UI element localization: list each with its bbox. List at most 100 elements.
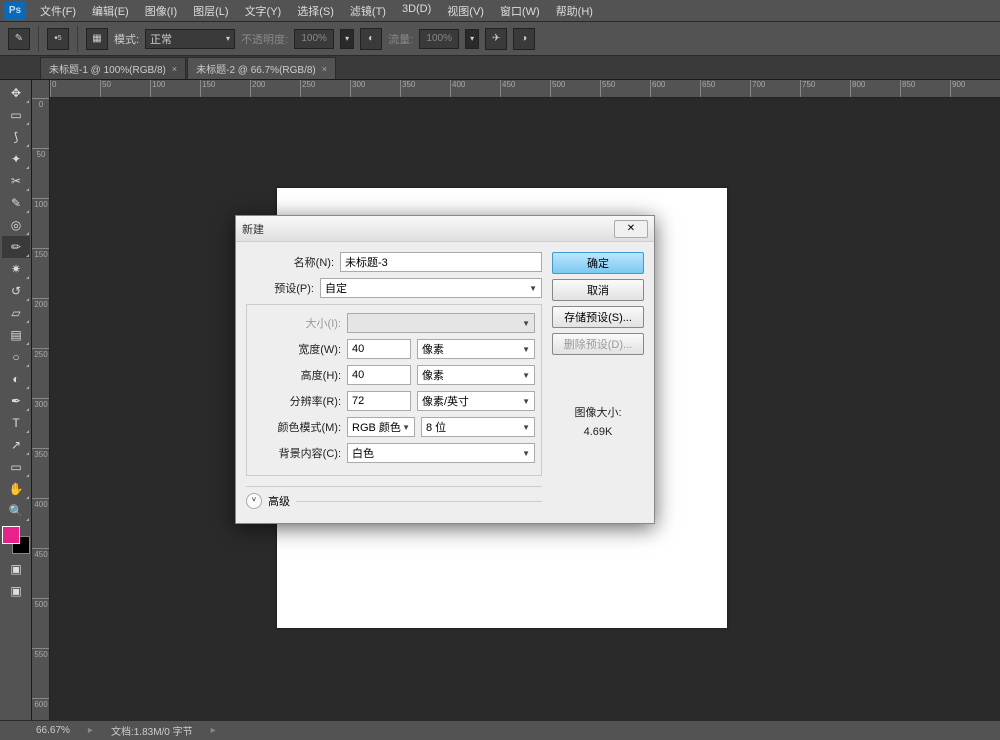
pen-tool[interactable]: ✒ <box>2 390 30 412</box>
document-tab[interactable]: 未标题-1 @ 100%(RGB/8)× <box>40 57 186 79</box>
chevron-down-icon: ▼ <box>522 449 530 458</box>
width-input[interactable]: 40 <box>347 339 411 359</box>
ruler-tick: 250 <box>32 348 50 359</box>
blur-tool[interactable]: ○ <box>2 346 30 368</box>
spot-tool[interactable]: ◎ <box>2 214 30 236</box>
name-input[interactable]: 未标题-3 <box>340 252 542 272</box>
cancel-button[interactable]: 取消 <box>552 279 644 301</box>
menu-item[interactable]: 视图(V) <box>439 1 492 21</box>
dialog-titlebar[interactable]: 新建 ✕ <box>236 216 654 242</box>
stamp-tool[interactable]: ✷ <box>2 258 30 280</box>
screen-mode-icon[interactable]: ▣ <box>2 580 30 602</box>
ruler-tick: 50 <box>32 148 50 159</box>
horizontal-ruler: 0501001502002503003504004505005506006507… <box>50 80 1000 98</box>
pressure-size-icon[interactable]: ◑ <box>513 28 535 50</box>
move-tool[interactable]: ✥ <box>2 82 30 104</box>
mode-select[interactable]: 正常▾ <box>145 29 235 49</box>
width-unit-select[interactable]: 像素▼ <box>417 339 535 359</box>
background-select[interactable]: 白色▼ <box>347 443 535 463</box>
airbrush-icon[interactable]: ✈ <box>485 28 507 50</box>
height-unit-select[interactable]: 像素▼ <box>417 365 535 385</box>
zoom-tool[interactable]: 🔍 <box>2 500 30 522</box>
menu-item[interactable]: 编辑(E) <box>84 1 137 21</box>
eyedropper-tool[interactable]: ✎ <box>2 192 30 214</box>
wand-tool[interactable]: ✦ <box>2 148 30 170</box>
chevron-right-icon[interactable]: ▸ <box>88 725 93 736</box>
hand-tool[interactable]: ✋ <box>2 478 30 500</box>
path-tool[interactable]: ↗ <box>2 434 30 456</box>
ok-button[interactable]: 确定 <box>552 252 644 274</box>
doc-info: 文档:1.83M/0 字节 <box>111 723 193 738</box>
ruler-tick: 200 <box>32 298 50 309</box>
save-preset-button[interactable]: 存储预设(S)... <box>552 306 644 328</box>
ruler-tick: 350 <box>32 448 50 459</box>
color-mode-select[interactable]: RGB 颜色▼ <box>347 417 415 437</box>
color-mode-label: 颜色模式(M): <box>253 419 341 435</box>
close-icon: ✕ <box>627 223 635 234</box>
chevron-down-icon: ▼ <box>522 319 530 328</box>
menu-item[interactable]: 文件(F) <box>32 1 84 21</box>
brush-tool[interactable]: ✏ <box>2 236 30 258</box>
ruler-tick: 150 <box>200 80 215 98</box>
close-icon[interactable]: × <box>172 64 177 74</box>
history-tool[interactable]: ↺ <box>2 280 30 302</box>
color-swatches[interactable] <box>2 526 30 554</box>
ruler-tick: 700 <box>750 80 765 98</box>
ruler-tick: 50 <box>100 80 111 98</box>
chevron-down-icon: ▼ <box>522 345 530 354</box>
menu-item[interactable]: 帮助(H) <box>548 1 601 21</box>
tool-preset-icon[interactable]: ✎ <box>8 28 30 50</box>
opacity-arrow-icon[interactable]: ▾ <box>340 29 354 49</box>
ruler-tick: 550 <box>32 648 50 659</box>
zoom-value[interactable]: 66.67% <box>36 725 70 736</box>
ruler-tick: 600 <box>32 698 50 709</box>
bit-depth-select[interactable]: 8 位▼ <box>421 417 535 437</box>
document-tabs: 未标题-1 @ 100%(RGB/8)×未标题-2 @ 66.7%(RGB/8)… <box>0 56 1000 80</box>
height-input[interactable]: 40 <box>347 365 411 385</box>
opacity-value[interactable]: 100% <box>294 29 334 49</box>
foreground-color-swatch[interactable] <box>2 526 20 544</box>
ruler-tick: 600 <box>650 80 665 98</box>
flow-value[interactable]: 100% <box>419 29 459 49</box>
menu-item[interactable]: 图像(I) <box>137 1 185 21</box>
dodge-tool[interactable]: ◐ <box>2 368 30 390</box>
menu-item[interactable]: 文字(Y) <box>237 1 290 21</box>
menu-item[interactable]: 窗口(W) <box>492 1 548 21</box>
advanced-toggle[interactable]: ⱽ <box>246 493 262 509</box>
ruler-tick: 550 <box>600 80 615 98</box>
pressure-opacity-icon[interactable]: ◐ <box>360 28 382 50</box>
flow-arrow-icon[interactable]: ▾ <box>465 29 479 49</box>
ruler-tick: 450 <box>500 80 515 98</box>
menu-item[interactable]: 滤镜(T) <box>342 1 394 21</box>
image-size-label: 图像大小: <box>552 404 644 420</box>
size-label: 大小(I): <box>253 315 341 331</box>
resolution-unit-select[interactable]: 像素/英寸▼ <box>417 391 535 411</box>
ruler-tick: 500 <box>550 80 565 98</box>
close-icon[interactable]: × <box>322 64 327 74</box>
menu-item[interactable]: 3D(D) <box>394 1 439 21</box>
lasso-tool[interactable]: ⟆ <box>2 126 30 148</box>
flow-label: 流量: <box>388 31 413 47</box>
eraser-tool[interactable]: ▱ <box>2 302 30 324</box>
document-tab[interactable]: 未标题-2 @ 66.7%(RGB/8)× <box>187 57 336 79</box>
preset-select[interactable]: 自定▼ <box>320 278 542 298</box>
brush-preset-icon[interactable]: •5 <box>47 28 69 50</box>
menu-item[interactable]: 选择(S) <box>289 1 342 21</box>
shape-tool[interactable]: ▭ <box>2 456 30 478</box>
ruler-tick: 300 <box>350 80 365 98</box>
size-select: ▼ <box>347 313 535 333</box>
type-tool[interactable]: T <box>2 412 30 434</box>
vertical-ruler: 0501001502002503003504004505005506006507… <box>32 80 50 720</box>
ruler-tick: 100 <box>150 80 165 98</box>
marquee-tool[interactable]: ▭ <box>2 104 30 126</box>
ruler-tick: 400 <box>32 498 50 509</box>
crop-tool[interactable]: ✂ <box>2 170 30 192</box>
edit-mode-icon[interactable]: ▣ <box>2 558 30 580</box>
chevron-right-icon[interactable]: ▸ <box>211 725 216 736</box>
gradient-tool[interactable]: ▤ <box>2 324 30 346</box>
resolution-input[interactable]: 72 <box>347 391 411 411</box>
brush-panel-icon[interactable]: ▦ <box>86 28 108 50</box>
close-button[interactable]: ✕ <box>614 220 648 238</box>
menu-item[interactable]: 图层(L) <box>185 1 236 21</box>
mode-label: 模式: <box>114 31 139 47</box>
